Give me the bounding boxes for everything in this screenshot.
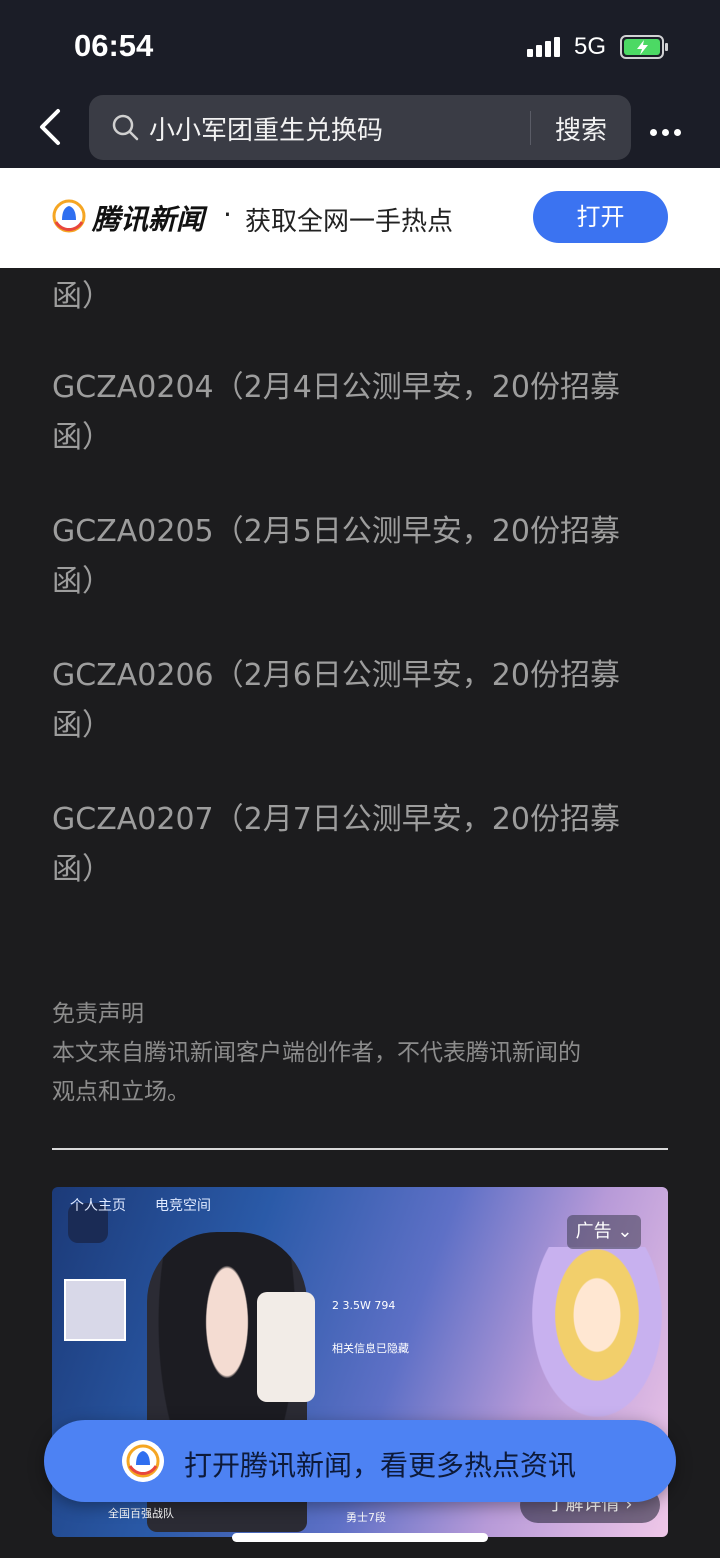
article-line: 函） [52, 852, 112, 887]
ad-tab: 电竞空间 [155, 1198, 211, 1214]
open-app-floating-button[interactable]: 打开腾讯新闻，看更多热点资讯 [44, 1420, 676, 1502]
ad-stats: 2 3.5W 794 相关信息已隐藏 [332, 1299, 409, 1356]
more-icon[interactable] [650, 121, 688, 136]
brand-name: 腾讯新闻 [92, 203, 205, 236]
chevron-down-icon: ⌄ [617, 1221, 633, 1242]
tencent-news-logo-icon [122, 1440, 164, 1482]
search-icon [112, 114, 139, 141]
disclaimer-title: 免责声明 [52, 1001, 144, 1027]
article-line: GCZA0206（2月6日公测早安，20份招募 [52, 658, 620, 693]
brand-separator: · [223, 198, 232, 231]
section-divider [52, 1148, 668, 1150]
floating-cta-text: 打开腾讯新闻，看更多热点资讯 [184, 1449, 577, 1482]
disclaimer-text: 本文来自腾讯新闻客户端创作者，不代表腾讯新闻的 [52, 1040, 581, 1066]
search-bar: 小小军团重生兑换码 搜索 [0, 95, 720, 168]
article-line: 函） [52, 420, 112, 455]
app-promo-banner: 腾讯新闻 · 获取全网一手热点 打开 [0, 168, 720, 268]
status-time: 06:54 [74, 28, 154, 63]
search-button[interactable]: 搜索 [555, 110, 607, 147]
ad-label[interactable]: 广告 ⌄ [567, 1215, 641, 1249]
article-line: 函） [52, 279, 112, 314]
ad-caption: 全国百强战队 [108, 1507, 174, 1520]
signal-icon [527, 37, 563, 57]
search-divider [530, 111, 531, 145]
back-arrow-icon[interactable] [34, 105, 68, 149]
tencent-news-logo-icon [52, 199, 86, 233]
search-query: 小小军团重生兑换码 [149, 116, 384, 146]
disclaimer-text: 观点和立场。 [52, 1079, 190, 1105]
status-bar: 06:54 5G [0, 0, 720, 95]
article-line: GCZA0205（2月5日公测早安，20份招募 [52, 514, 620, 549]
article-line: GCZA0207（2月7日公测早安，20份招募 [52, 802, 620, 837]
ad-phone-image [257, 1292, 315, 1402]
search-input[interactable]: 小小军团重生兑换码 搜索 [89, 95, 631, 160]
article-line: GCZA0204（2月4日公测早安，20份招募 [52, 370, 620, 405]
home-indicator[interactable] [232, 1533, 488, 1542]
ad-label-text: 广告 [575, 1221, 612, 1242]
ad-avatar [64, 1279, 126, 1341]
disclaimer: 免责声明 本文来自腾讯新闻客户端创作者，不代表腾讯新闻的 观点和立场。 [52, 995, 672, 1112]
ad-stats-values: 2 3.5W 794 [332, 1299, 396, 1312]
ad-caption: 勇士7段 [346, 1511, 386, 1524]
ad-tab: 个人主页 [70, 1198, 126, 1214]
ad-character-image [532, 1247, 662, 1417]
brand-tagline: 获取全网一手热点 [245, 207, 454, 237]
open-app-button[interactable]: 打开 [533, 191, 668, 243]
network-label: 5G [574, 33, 607, 60]
article-line: 函） [52, 564, 112, 599]
ad-stats-note: 相关信息已隐藏 [332, 1342, 409, 1355]
article-line: 函） [52, 708, 112, 743]
battery-icon [620, 35, 668, 59]
